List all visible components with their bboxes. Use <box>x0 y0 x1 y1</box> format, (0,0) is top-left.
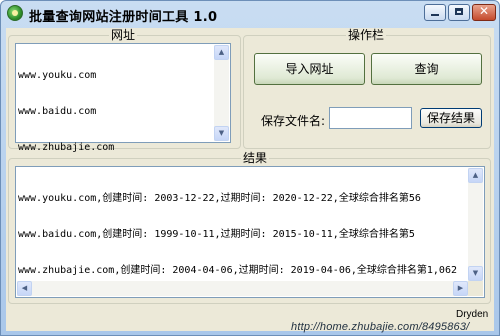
url-group-legend: 网址 <box>109 28 138 42</box>
query-button[interactable]: 查询 <box>371 53 482 85</box>
url-groupbox: 网址 www.youku.com www.baidu.com www.zhuba… <box>8 28 241 153</box>
result-line: www.zhubajie.com,创建时间: 2004-04-06,过期时间: … <box>18 265 457 276</box>
scroll-left-arrow-icon: ◀ <box>21 284 28 292</box>
app-window: 批量查询网站注册时间工具 1.0 ✕ 网址 www.youku.com www.… <box>0 0 500 336</box>
maximize-button[interactable] <box>448 4 470 21</box>
url-line: www.zhubajie.com <box>18 142 115 153</box>
maximize-icon <box>455 8 463 15</box>
window-title: 批量查询网站注册时间工具 1.0 <box>29 10 218 25</box>
results-vertical-scrollbar[interactable]: ▲ ▼ <box>468 168 483 281</box>
results-scroll-down-button[interactable]: ▼ <box>468 266 483 281</box>
watermark-url: http://home.zhubajie.com/8495863/ <box>291 321 470 333</box>
scroll-down-arrow-icon: ▼ <box>218 129 225 137</box>
result-line: www.baidu.com,创建时间: 1999-10-11,过期时间: 201… <box>18 229 415 240</box>
minimize-button[interactable] <box>424 4 446 21</box>
results-horizontal-scrollbar[interactable]: ◀ ▶ <box>17 281 468 296</box>
close-icon: ✕ <box>478 4 490 18</box>
url-listbox[interactable]: www.youku.com www.baidu.com www.zhubajie… <box>15 43 231 153</box>
operations-groupbox: 操作栏 导入网址 查询 保存文件名: 保存结果 <box>243 28 491 149</box>
results-group-legend: 结果 <box>241 151 270 165</box>
save-filename-input[interactable] <box>329 107 412 129</box>
client-area: 网址 www.youku.com www.baidu.com www.zhuba… <box>6 28 494 333</box>
result-line: www.youku.com,创建时间: 2003-12-22,过期时间: 202… <box>18 193 421 204</box>
scroll-down-arrow-icon: ▼ <box>472 269 479 277</box>
results-textarea[interactable]: www.youku.com,创建时间: 2003-12-22,过期时间: 202… <box>15 166 485 298</box>
scroll-up-arrow-icon: ▲ <box>218 48 225 56</box>
import-urls-button[interactable]: 导入网址 <box>254 53 365 85</box>
scroll-right-arrow-icon: ▶ <box>457 284 464 292</box>
url-scroll-down-button[interactable]: ▼ <box>214 126 229 141</box>
url-line: www.baidu.com <box>18 106 97 117</box>
scroll-up-arrow-icon: ▲ <box>472 171 479 179</box>
scrollbar-corner <box>468 281 483 296</box>
title-bar[interactable]: 批量查询网站注册时间工具 1.0 ✕ <box>1 1 499 27</box>
results-groupbox: 结果 www.youku.com,创建时间: 2003-12-22,过期时间: … <box>8 151 491 304</box>
results-scroll-up-button[interactable]: ▲ <box>468 168 483 183</box>
close-button[interactable]: ✕ <box>472 4 496 21</box>
url-vertical-scrollbar[interactable]: ▲ ▼ <box>214 45 229 141</box>
url-line: www.youku.com <box>18 70 97 81</box>
results-scroll-right-button[interactable]: ▶ <box>453 281 468 296</box>
app-globe-icon[interactable] <box>7 5 23 21</box>
operations-group-legend: 操作栏 <box>346 28 387 42</box>
author-label: Dryden <box>456 309 489 320</box>
results-scroll-left-button[interactable]: ◀ <box>17 281 32 296</box>
save-filename-label: 保存文件名: <box>261 114 326 128</box>
url-scroll-up-button[interactable]: ▲ <box>214 45 229 60</box>
save-results-button[interactable]: 保存结果 <box>420 108 482 128</box>
minimize-icon <box>431 14 439 16</box>
